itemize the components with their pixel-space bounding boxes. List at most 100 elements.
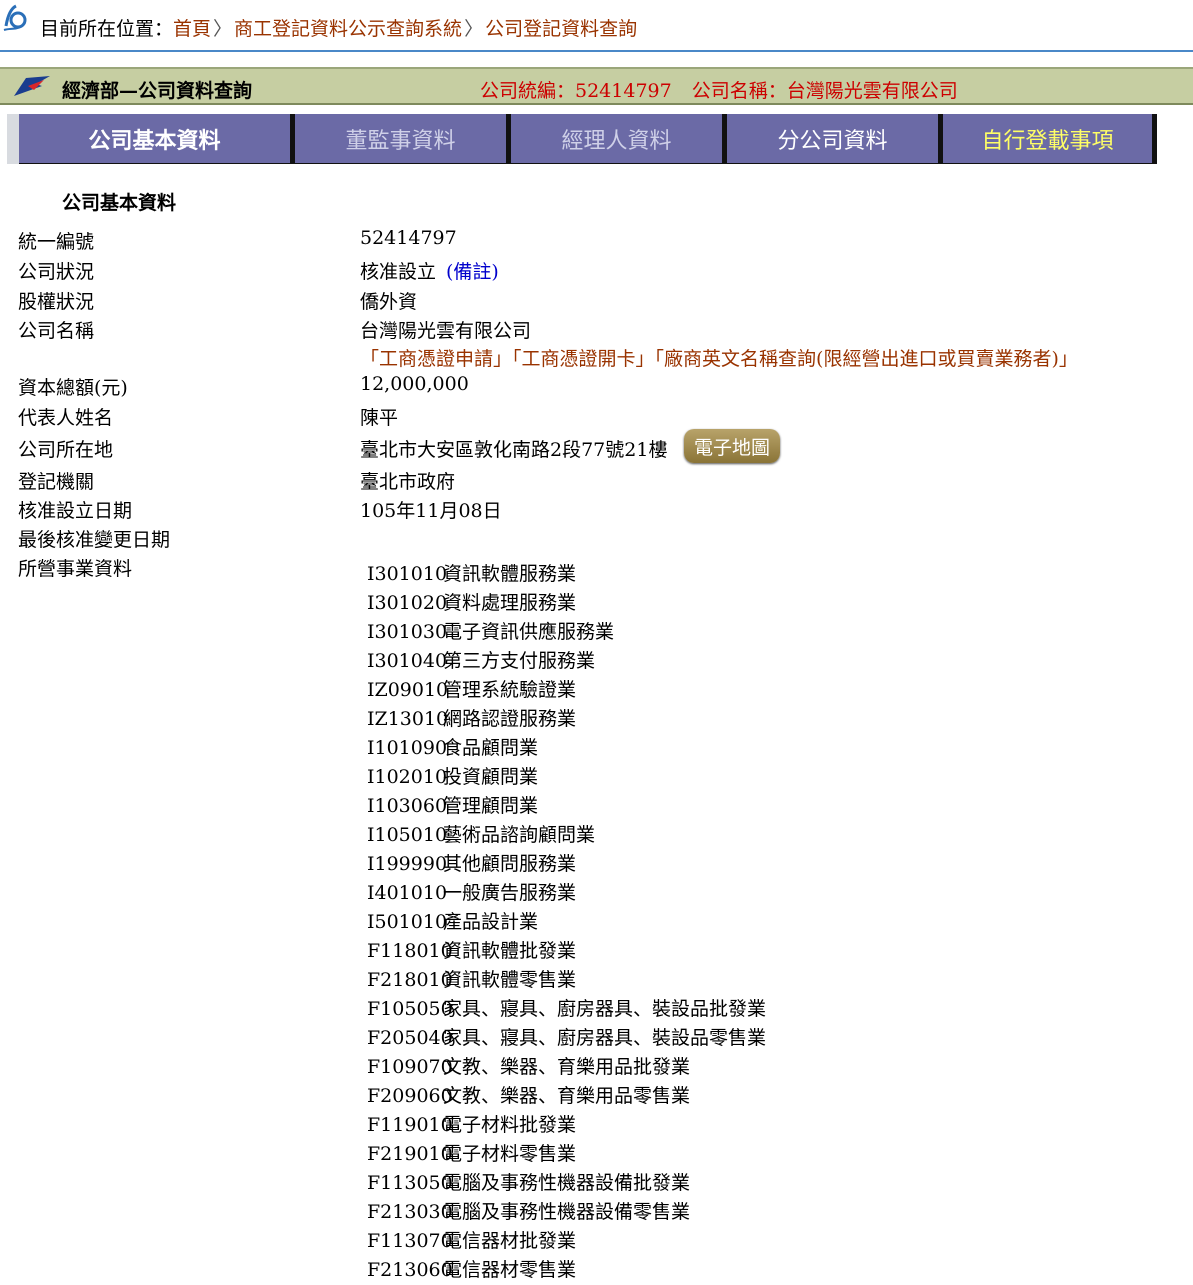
business-desc: 文教、樂器、育樂用品零售業: [443, 1085, 691, 1107]
field-label: 代表人姓名: [18, 407, 114, 429]
field-label: 公司名稱: [18, 320, 95, 342]
breadcrumb-home-link[interactable]: 首頁: [173, 18, 211, 40]
site-logo-icon: [3, 4, 27, 31]
business-item: IZ09010管理系統驗證業: [367, 676, 766, 705]
business-code: I501010: [367, 911, 448, 933]
field-label: 統一編號: [18, 231, 95, 253]
moea-logo-icon: [14, 76, 50, 96]
business-desc: 藝術品諮詢顧問業: [443, 824, 596, 846]
business-desc: 投資顧問業: [443, 766, 539, 788]
business-item: F209060文教、樂器、育樂用品零售業: [367, 1082, 766, 1111]
business-item: I301010資訊軟體服務業: [367, 560, 766, 589]
breadcrumb: 目前所在位置：首頁〉商工登記資料公示查詢系統〉公司登記資料查詢: [0, 0, 1193, 52]
business-desc: 資訊軟體批發業: [443, 940, 577, 962]
business-code: I401010: [367, 882, 448, 904]
business-code: F105050: [367, 998, 453, 1020]
business-code: F213060: [367, 1259, 453, 1281]
business-item: I199990其他顧問服務業: [367, 850, 766, 879]
business-item: F119010電子材料批發業: [367, 1111, 766, 1140]
field-label: 股權狀況: [18, 291, 95, 313]
field-value: 陳平: [360, 407, 399, 429]
business-desc: 食品顧問業: [443, 737, 539, 759]
field-label: 所營事業資料: [18, 558, 133, 580]
field-value: 臺北市大安區敦化南路2段77號21樓: [360, 439, 668, 461]
business-desc: 網路認證服務業: [443, 708, 577, 730]
name-links: 「工商憑證申請」「工商憑證開卡」「廠商英文名稱查詢(限經營出進口或買賣業務者)」: [360, 344, 1078, 371]
header-bar: 經濟部—公司資料查詢 公司統編：52414797 公司名稱：台灣陽光雲有限公司: [0, 67, 1193, 105]
business-desc: 一般廣告服務業: [443, 882, 577, 904]
business-item: F105050家具、寢具、廚房器具、裝設品批發業: [367, 995, 766, 1024]
tab-bar: 公司基本資料 董監事資料 經理人資料 分公司資料 自行登載事項: [7, 114, 1157, 164]
business-item: I105010藝術品諮詢顧問業: [367, 821, 766, 850]
business-desc: 電信器材批發業: [443, 1230, 577, 1252]
business-desc: 家具、寢具、廚房器具、裝設品零售業: [443, 1027, 767, 1049]
business-item: F113070電信器材批發業: [367, 1227, 766, 1256]
business-code: F113050: [367, 1172, 453, 1194]
breadcrumb-divider: [0, 50, 1193, 52]
tab-self-reported[interactable]: 自行登載事項: [943, 114, 1157, 164]
cert-activate-link[interactable]: 「工商憑證開卡」: [512, 348, 655, 370]
business-item: I102010投資顧問業: [367, 763, 766, 792]
business-code: IZ13010: [367, 708, 449, 730]
business-desc: 資訊軟體服務業: [443, 563, 577, 585]
business-desc: 管理顧問業: [443, 795, 539, 817]
business-item: F205040家具、寢具、廚房器具、裝設品零售業: [367, 1024, 766, 1053]
tab-branches[interactable]: 分公司資料: [727, 114, 943, 164]
status-note-link[interactable]: (備註): [446, 261, 499, 283]
business-desc: 電腦及事務性機器設備零售業: [443, 1201, 691, 1223]
business-item: I301030電子資訊供應服務業: [367, 618, 766, 647]
breadcrumb-system-link[interactable]: 商工登記資料公示查詢系統: [234, 18, 462, 40]
status-value: 核准設立: [360, 261, 437, 283]
business-desc: 電子資訊供應服務業: [443, 621, 615, 643]
business-code: F219010: [367, 1143, 453, 1165]
business-code: I301020: [367, 592, 448, 614]
business-code: I199990: [367, 853, 448, 875]
field-value: 52414797: [360, 227, 457, 249]
business-desc: 電子材料零售業: [443, 1143, 577, 1165]
field-value: 台灣陽光雲有限公司: [360, 320, 532, 342]
business-item: I101090食品顧問業: [367, 734, 766, 763]
business-desc: 其他顧問服務業: [443, 853, 577, 875]
business-code: I105010: [367, 824, 448, 846]
breadcrumb-query-link[interactable]: 公司登記資料查詢: [485, 18, 637, 40]
business-desc: 文教、樂器、育樂用品批發業: [443, 1056, 691, 1078]
business-desc: 電子材料批發業: [443, 1114, 577, 1136]
business-item: F213030電腦及事務性機器設備零售業: [367, 1198, 766, 1227]
tab-directors[interactable]: 董監事資料: [295, 114, 511, 164]
business-code: I301010: [367, 563, 448, 585]
business-desc: 產品設計業: [443, 911, 539, 933]
map-button[interactable]: 電子地圖: [684, 429, 780, 463]
business-code: F113070: [367, 1230, 453, 1252]
section-title: 公司基本資料: [62, 192, 177, 214]
tab-managers[interactable]: 經理人資料: [511, 114, 727, 164]
business-item: F118010資訊軟體批發業: [367, 937, 766, 966]
business-item: F113050電腦及事務性機器設備批發業: [367, 1169, 766, 1198]
field-label: 最後核准變更日期: [18, 529, 171, 551]
field-value: 12,000,000: [360, 373, 469, 395]
field-label: 公司狀況: [18, 261, 95, 283]
breadcrumb-separator: 〉: [464, 18, 484, 40]
english-name-query-link[interactable]: 「廠商英文名稱查詢(限經營出進口或買賣業務者)」: [655, 348, 1078, 370]
business-code: F209060: [367, 1085, 453, 1107]
business-code: F119010: [367, 1114, 453, 1136]
field-value: 僑外資: [360, 291, 418, 313]
breadcrumb-text: 目前所在位置：首頁〉商工登記資料公示查詢系統〉公司登記資料查詢: [40, 14, 637, 41]
business-desc: 資料處理服務業: [443, 592, 577, 614]
business-code: IZ09010: [367, 679, 449, 701]
cert-apply-link[interactable]: 「工商憑證申請」: [360, 348, 512, 370]
business-code: I102010: [367, 766, 448, 788]
business-item: I301020資料處理服務業: [367, 589, 766, 618]
business-item: I103060管理顧問業: [367, 792, 766, 821]
business-code: I101090: [367, 737, 448, 759]
tab-basic-info[interactable]: 公司基本資料: [19, 114, 295, 164]
business-code: I301040: [367, 650, 448, 672]
breadcrumb-prefix: 目前所在位置：: [40, 18, 174, 40]
business-list: I301010資訊軟體服務業 I301020資料處理服務業 I301030電子資訊供…: [367, 560, 766, 1285]
business-item: F109070文教、樂器、育樂用品批發業: [367, 1053, 766, 1082]
business-item: IZ13010網路認證服務業: [367, 705, 766, 734]
business-code: I103060: [367, 795, 448, 817]
header-company-id: 公司統編：52414797: [480, 80, 672, 102]
business-desc: 第三方支付服務業: [443, 650, 596, 672]
field-value: 105年11月08日: [360, 500, 502, 522]
business-desc: 電腦及事務性機器設備批發業: [443, 1172, 691, 1194]
